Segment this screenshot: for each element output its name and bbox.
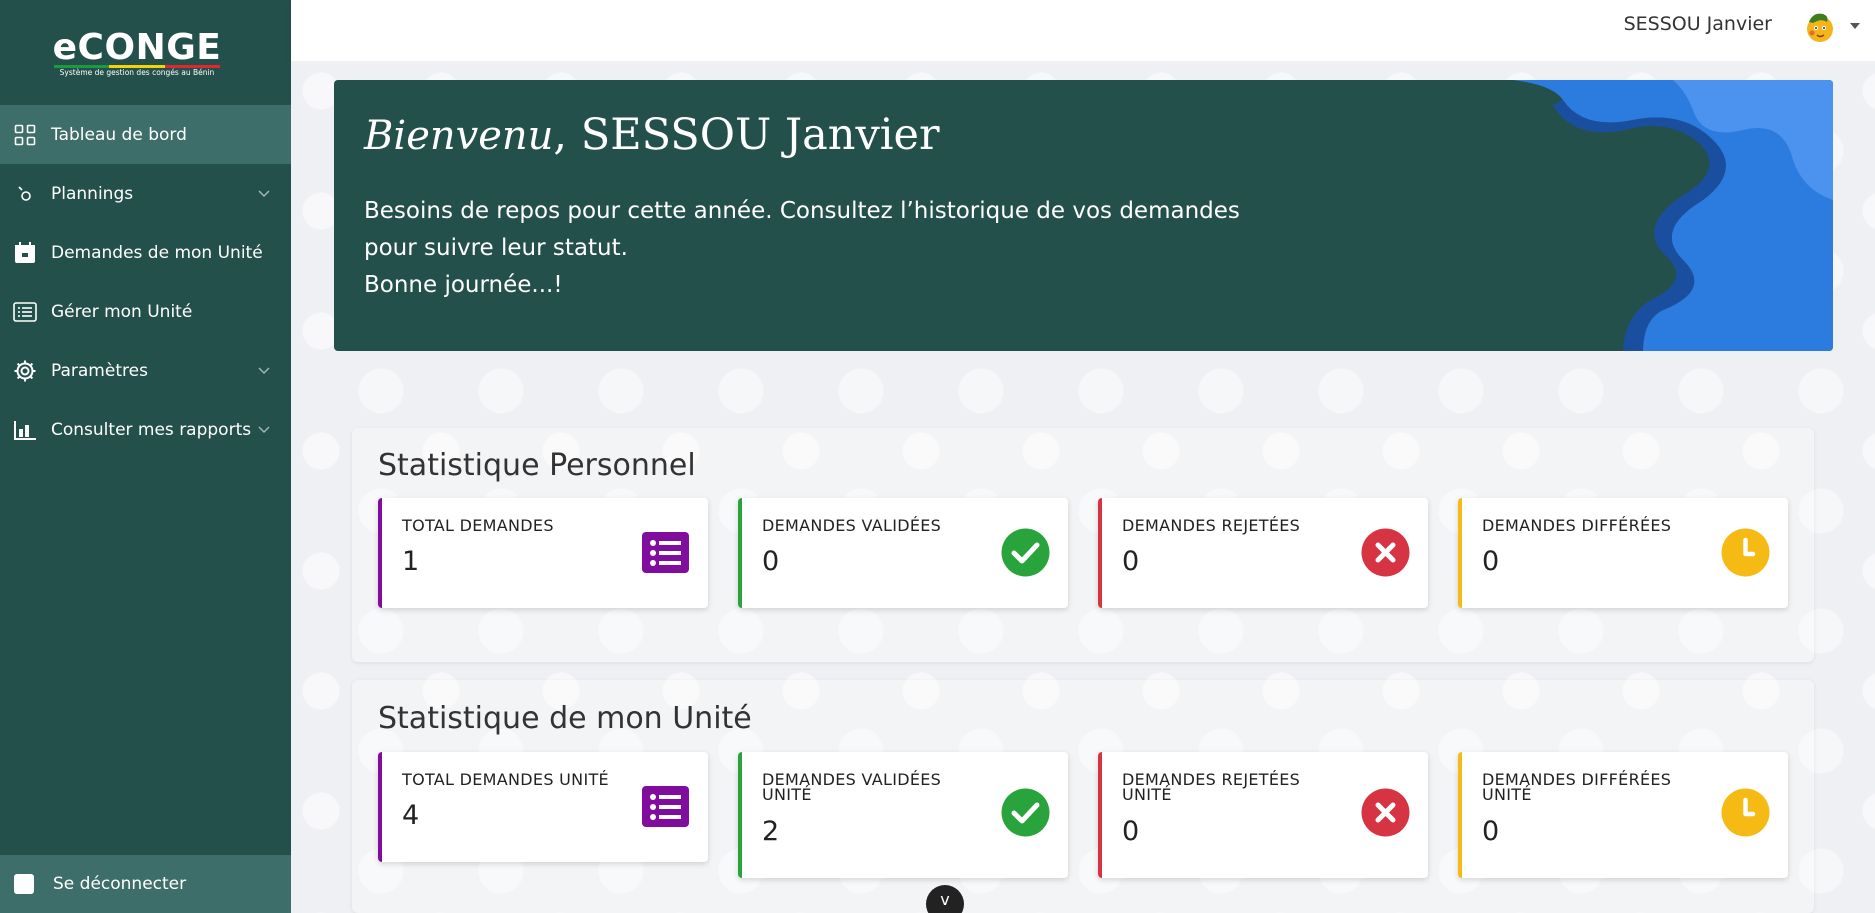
sidebar-item-label: Demandes de mon Unité: [51, 242, 263, 263]
list-icon: [642, 532, 689, 573]
stat-card-rejected-requests[interactable]: DEMANDES REJETÉES 0: [1098, 498, 1428, 608]
sidebar-item-label: Gérer mon Unité: [51, 301, 193, 322]
chevron-down-icon: v: [940, 890, 950, 909]
chevron-down-icon[interactable]: [257, 422, 271, 436]
gear-icon: [12, 358, 38, 384]
list-icon: [12, 299, 38, 325]
user-name[interactable]: SESSOU Janvier: [1624, 13, 1772, 35]
sidebar-item-label: Plannings: [51, 183, 134, 204]
calendar-icon: [12, 240, 38, 266]
planning-icon: [12, 181, 38, 207]
stat-card-unit-total-requests[interactable]: TOTAL DEMANDES UNITÉ 4: [378, 752, 708, 862]
chevron-down-icon[interactable]: [257, 363, 271, 377]
stat-card-unit-rejected-requests[interactable]: DEMANDES REJETÉES UNITÉ 0: [1098, 752, 1428, 878]
check-circle-icon: [1001, 788, 1050, 837]
user-menu-caret-icon[interactable]: [1850, 23, 1860, 29]
clock-icon: [1721, 528, 1770, 577]
stat-card-validated-requests[interactable]: DEMANDES VALIDÉES 0: [738, 498, 1068, 608]
sidebar-item-reports[interactable]: Consulter mes rapports: [0, 400, 291, 459]
logout-label: Se déconnecter: [53, 874, 187, 894]
stat-card-value: 0: [1482, 546, 1500, 577]
puzzle-art-image: [1513, 80, 1833, 351]
welcome-message-line: Besoins de repos pour cette année. Consu…: [364, 198, 1240, 224]
logout-button[interactable]: Se déconnecter: [0, 855, 291, 913]
logo-text: eCONGE: [52, 27, 222, 68]
stat-card-value: 1: [402, 546, 420, 577]
sidebar-item-settings[interactable]: Paramètres: [0, 341, 291, 400]
stat-card-label: TOTAL DEMANDES: [402, 516, 554, 535]
stat-card-unit-deferred-requests[interactable]: DEMANDES DIFFÉRÉES UNITÉ 0: [1458, 752, 1788, 878]
stat-card-label: TOTAL DEMANDES UNITÉ: [402, 770, 609, 789]
stat-card-total-requests[interactable]: TOTAL DEMANDES 1: [378, 498, 708, 608]
welcome-message-line: Bonne journée...!: [364, 272, 563, 298]
topbar: SESSOU Janvier: [291, 0, 1875, 61]
sidebar-nav: Tableau de bord Plannings Demandes de mo…: [0, 105, 291, 459]
section-title: Statistique de mon Unité: [378, 701, 752, 736]
stat-card-label: DEMANDES DIFFÉRÉES UNITÉ: [1482, 770, 1672, 804]
list-icon: [642, 786, 689, 827]
unit-stats-section: Statistique de mon Unité TOTAL DEMANDES …: [352, 680, 1814, 913]
x-circle-icon: [1361, 528, 1410, 577]
stat-card-value: 0: [1122, 816, 1140, 847]
sidebar-item-unit-requests[interactable]: Demandes de mon Unité: [0, 223, 291, 282]
stat-card-label: DEMANDES VALIDÉES UNITÉ: [762, 770, 942, 804]
chevron-down-icon[interactable]: [257, 186, 271, 200]
user-avatar-icon[interactable]: [1803, 10, 1837, 44]
stat-card-label: DEMANDES REJETÉES: [1122, 516, 1301, 535]
app-logo[interactable]: eCONGE Système de gestion des congés au …: [42, 30, 232, 80]
stat-card-label: DEMANDES REJETÉES UNITÉ: [1122, 770, 1301, 804]
stat-card-value: 2: [762, 816, 780, 847]
sidebar-item-plannings[interactable]: Plannings: [0, 164, 291, 223]
welcome-title: Bienvenu, SESSOU Janvier: [364, 110, 940, 160]
sidebar-item-label: Consulter mes rapports: [51, 419, 252, 440]
logo-subtitle: Système de gestion des congés au Bénin: [59, 68, 215, 77]
welcome-message-line: pour suivre leur statut.: [364, 235, 628, 261]
stat-card-unit-validated-requests[interactable]: DEMANDES VALIDÉES UNITÉ 2: [738, 752, 1068, 878]
sidebar-item-manage-unit[interactable]: Gérer mon Unité: [0, 282, 291, 341]
stat-card-value: 0: [1482, 816, 1500, 847]
x-circle-icon: [1361, 788, 1410, 837]
sidebar-item-label: Paramètres: [51, 360, 148, 381]
stat-card-label: DEMANDES VALIDÉES: [762, 516, 942, 535]
sidebar: eCONGE Système de gestion des congés au …: [0, 0, 291, 913]
welcome-name: , SESSOU Janvier: [553, 110, 940, 160]
stat-card-label: DEMANDES DIFFÉRÉES: [1482, 516, 1672, 535]
logout-icon: [14, 874, 34, 894]
check-circle-icon: [1001, 528, 1050, 577]
personal-stats-section: Statistique Personnel TOTAL DEMANDES 1 D…: [352, 428, 1814, 662]
stat-card-value: 0: [1122, 546, 1140, 577]
sidebar-item-label: Tableau de bord: [51, 124, 187, 145]
stat-card-value: 4: [402, 800, 420, 831]
bar-chart-icon: [12, 417, 38, 443]
welcome-script-word: Bienvenu: [364, 113, 554, 159]
section-title: Statistique Personnel: [378, 448, 696, 483]
sidebar-item-dashboard[interactable]: Tableau de bord: [0, 105, 291, 164]
welcome-banner: Bienvenu, SESSOU Janvier Besoins de repo…: [334, 80, 1833, 351]
clock-icon: [1721, 788, 1770, 837]
dashboard-grid-icon: [12, 122, 38, 148]
stat-card-deferred-requests[interactable]: DEMANDES DIFFÉRÉES 0: [1458, 498, 1788, 608]
welcome-message: Besoins de repos pour cette année. Consu…: [364, 193, 1344, 304]
stat-card-value: 0: [762, 546, 780, 577]
